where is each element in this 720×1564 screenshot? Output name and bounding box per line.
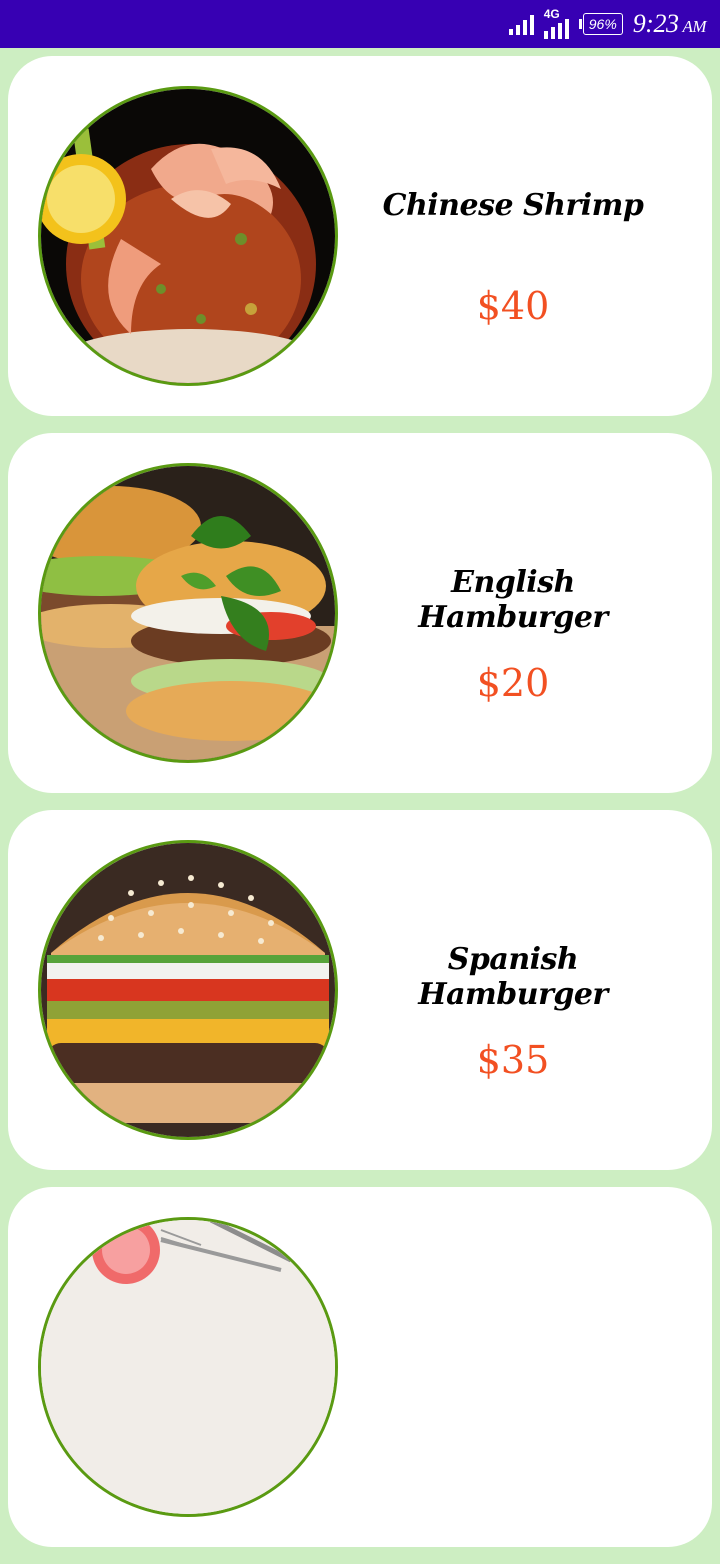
- menu-item-name: English Hamburger: [418, 565, 608, 635]
- status-bar: 4G 96% 9:23 AM: [0, 0, 720, 48]
- menu-item-card[interactable]: Chinese Shrimp $40: [8, 56, 712, 416]
- network-type-label: 4G: [543, 7, 560, 21]
- menu-item-price: $40: [476, 284, 550, 328]
- menu-item-name: Chinese Shrimp: [382, 188, 644, 223]
- menu-item-info: [353, 1187, 673, 1547]
- cheeseburger-image: [38, 840, 338, 1140]
- menu-item-info: Spanish Hamburger $35: [353, 810, 673, 1170]
- grapefruit-plate-image: [38, 1217, 338, 1517]
- shrimp-cocktail-image: [38, 86, 338, 386]
- menu-item-card[interactable]: [8, 1187, 712, 1547]
- clock: 9:23 AM: [632, 9, 707, 39]
- menu-item-info: English Hamburger $20: [353, 433, 673, 793]
- clock-time: 9:23: [632, 9, 679, 38]
- menu-item-info: Chinese Shrimp $40: [353, 56, 673, 416]
- battery-icon: 96%: [578, 13, 623, 35]
- basil-burger-image: [38, 463, 338, 763]
- menu-list[interactable]: Chinese Shrimp $40 English Hamburger $20…: [8, 56, 712, 1564]
- menu-item-price: $35: [476, 1038, 550, 1082]
- network-indicator: 4G: [543, 7, 569, 39]
- battery-level: 96%: [582, 13, 623, 35]
- menu-item-price: $20: [476, 661, 550, 705]
- signal-strength-icon: [508, 13, 534, 35]
- clock-ampm: AM: [682, 17, 706, 36]
- status-icons: 4G 96% 9:23 AM: [508, 0, 707, 48]
- menu-item-name: Spanish Hamburger: [418, 942, 608, 1012]
- menu-item-card[interactable]: English Hamburger $20: [8, 433, 712, 793]
- menu-item-card[interactable]: Spanish Hamburger $35: [8, 810, 712, 1170]
